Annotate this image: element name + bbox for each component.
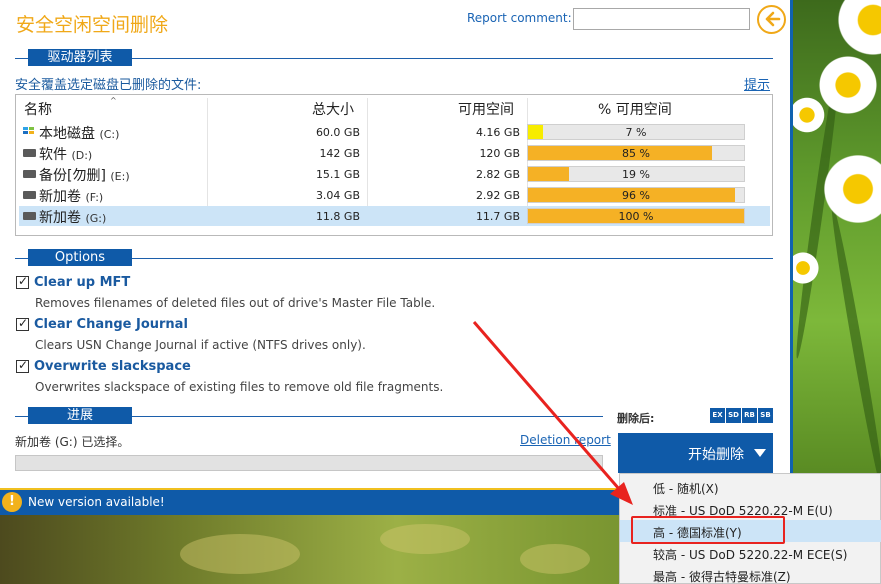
section-divider [132, 416, 603, 417]
dropdown-item-higher[interactable]: 较高 - US DoD 5220.22-M ECE(S) [620, 542, 881, 564]
warning-icon: ! [2, 492, 22, 512]
checkmark-icon: ✓ [18, 358, 29, 372]
drive-name: 新加卷 (G:) [39, 210, 107, 226]
report-comment-input[interactable] [573, 8, 750, 30]
section-divider [132, 58, 773, 59]
drive-name: 软件 (D:) [39, 147, 93, 163]
page-title: 安全空闲空间删除 [16, 14, 169, 36]
section-divider [15, 258, 28, 259]
option-checkbox[interactable]: ✓ [16, 358, 29, 373]
sort-up-icon: ^ [110, 96, 117, 105]
drive-free-space: 2.82 GB [475, 168, 520, 181]
drive-name: 新加卷 (F:) [39, 189, 104, 205]
option-description: Overwrites slackspace of existing files … [35, 380, 444, 394]
progress-section-tag: 进展 [28, 407, 132, 424]
drive-icon [23, 191, 36, 199]
system-drive-icon [23, 127, 36, 136]
drives-section-tag: 驱动器列表 [28, 49, 132, 66]
option-checkbox[interactable]: ✓ [16, 274, 29, 289]
start-delete-button[interactable]: 开始删除 [618, 433, 773, 473]
drive-icon [23, 170, 36, 178]
column-header-name[interactable]: 名称 [24, 99, 52, 119]
hint-link[interactable]: 提示 [744, 74, 770, 93]
drive-icon [23, 212, 36, 220]
drive-name: 备份[勿删] (E:) [39, 168, 130, 184]
dropdown-item-low[interactable]: 低 - 随机(X) [620, 476, 881, 498]
drive-total-size: 142 GB [319, 147, 360, 160]
column-header-pct[interactable]: % 可用空间 [598, 99, 672, 119]
options-section-tag: Options [28, 249, 132, 266]
after-delete-badge-rb[interactable]: RB [742, 408, 757, 423]
annotation-highlight-box [631, 516, 785, 544]
section-divider [15, 416, 28, 417]
free-space-percent: 19 % [622, 168, 650, 181]
after-delete-badge-ex[interactable]: EX [710, 408, 725, 423]
free-space-bar: 19 % [527, 166, 745, 182]
option-description: Clears USN Change Journal if active (NTF… [35, 338, 366, 352]
column-header-total[interactable]: 总大小 [312, 99, 354, 119]
after-delete-badge-sd[interactable]: SD [726, 408, 741, 423]
free-space-bar: 96 % [527, 187, 745, 203]
free-space-bar: 7 % [527, 124, 745, 140]
progress-status: 新加卷 (G:) 已选择。 [15, 435, 130, 449]
progress-bar [15, 455, 603, 471]
section-divider [132, 258, 773, 259]
drive-free-space: 11.7 GB [475, 210, 520, 223]
option-title[interactable]: Overwrite slackspace [34, 359, 191, 374]
start-delete-label: 开始删除 [688, 447, 744, 463]
drive-row[interactable]: 软件 (D:) 142 GB 120 GB 85 % [19, 143, 770, 163]
drive-row[interactable]: 本地磁盘 (C:) 60.0 GB 4.16 GB 7 % [19, 122, 770, 142]
free-space-percent: 7 % [625, 126, 647, 139]
drive-row[interactable]: 备份[勿删] (E:) 15.1 GB 2.82 GB 19 % [19, 164, 770, 184]
drive-total-size: 60.0 GB [315, 126, 360, 139]
drive-total-size: 11.8 GB [315, 210, 360, 223]
drive-free-space: 120 GB [479, 147, 520, 160]
free-space-bar: 85 % [527, 145, 745, 161]
after-delete-label: 删除后: [617, 412, 655, 425]
window-edge [790, 0, 793, 490]
drive-icon [23, 149, 36, 157]
checkmark-icon: ✓ [18, 316, 29, 330]
chevron-down-icon [754, 449, 766, 457]
option-description: Removes filenames of deleted files out o… [35, 296, 436, 310]
drive-free-space: 4.16 GB [475, 126, 520, 139]
option-checkbox[interactable]: ✓ [16, 316, 29, 331]
free-space-percent: 85 % [622, 147, 650, 160]
drives-caption: 安全覆盖选定磁盘已删除的文件: [15, 78, 202, 93]
section-divider [15, 58, 28, 59]
after-delete-badge-sb[interactable]: SB [758, 408, 773, 423]
free-space-bar: 100 % [527, 208, 745, 224]
option-title[interactable]: Clear up MFT [34, 275, 130, 290]
arrow-left-icon [765, 11, 781, 27]
option-title[interactable]: Clear Change Journal [34, 317, 188, 332]
free-space-percent: 100 % [618, 210, 654, 223]
deletion-report-link[interactable]: Deletion report [520, 433, 611, 447]
column-header-free[interactable]: 可用空间 [458, 99, 514, 119]
drive-row[interactable]: 新加卷 (G:) 11.8 GB 11.7 GB 100 % [19, 206, 770, 226]
dropdown-item-highest[interactable]: 最高 - 彼得古特曼标准(Z) [620, 564, 881, 584]
back-button[interactable] [757, 5, 786, 34]
checkmark-icon: ✓ [18, 274, 29, 288]
drive-list-table[interactable]: 名称 ^ 总大小 可用空间 % 可用空间 本地磁盘 (C:) 60.0 GB 4.1… [15, 94, 773, 236]
drive-row[interactable]: 新加卷 (F:) 3.04 GB 2.92 GB 96 % [19, 185, 770, 205]
report-comment-label: Report comment: [467, 11, 572, 25]
drive-total-size: 3.04 GB [315, 189, 360, 202]
drive-total-size: 15.1 GB [315, 168, 360, 181]
new-version-message: New version available! [28, 495, 165, 509]
drive-free-space: 2.92 GB [475, 189, 520, 202]
drive-name: 本地磁盘 (C:) [39, 126, 120, 142]
free-space-percent: 96 % [622, 189, 650, 202]
